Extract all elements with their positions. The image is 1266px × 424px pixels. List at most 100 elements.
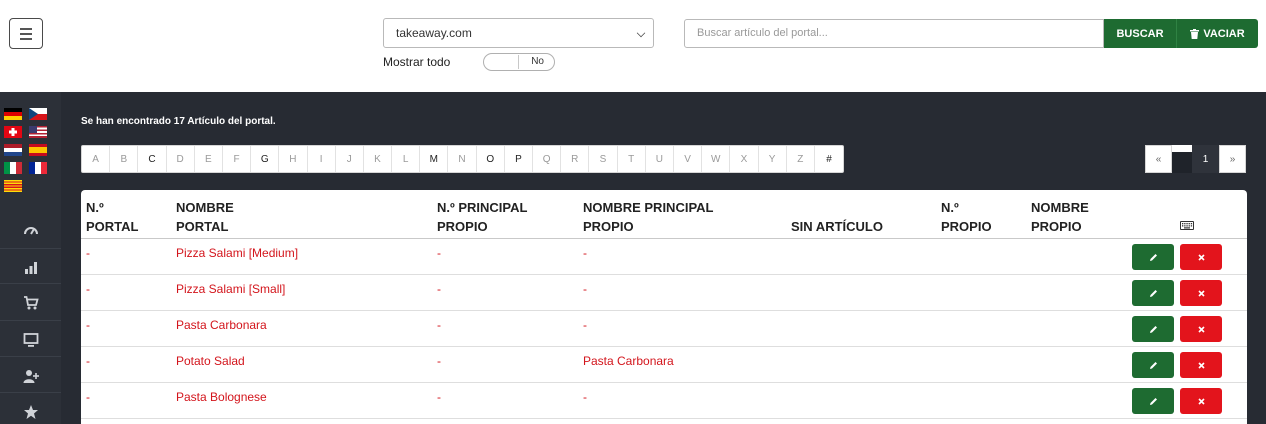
flag-fr-icon[interactable]	[29, 162, 47, 174]
letter-filter-o[interactable]: O	[477, 146, 505, 172]
edit-button[interactable]	[1132, 316, 1174, 342]
letter-filter-m[interactable]: M	[420, 146, 449, 172]
cell-main-name[interactable]: Pasta Carbonara	[583, 354, 674, 368]
flag-ch-icon[interactable]	[4, 126, 22, 138]
letter-filter-c[interactable]: C	[138, 146, 167, 172]
letter-filter-r[interactable]: R	[561, 146, 590, 172]
cell-portal-name[interactable]: Pasta Carbonara	[176, 318, 267, 332]
col-main-name[interactable]: NOMBRE PRINCIPAL PROPIO	[583, 198, 713, 236]
letter-filter-w[interactable]: W	[702, 146, 731, 172]
cell-portal-no[interactable]: -	[86, 246, 90, 260]
pagination-next[interactable]: »	[1219, 145, 1246, 173]
flag-us-icon[interactable]	[29, 126, 47, 138]
col-main-name-line1: NOMBRE PRINCIPAL	[583, 200, 714, 215]
search-input[interactable]: Buscar artículo del portal...	[684, 19, 1104, 48]
search-button[interactable]: BUSCAR	[1104, 19, 1176, 48]
letter-filter-v[interactable]: V	[674, 146, 703, 172]
flag-ca-icon[interactable]	[4, 180, 22, 192]
flag-nl-icon[interactable]	[4, 144, 22, 156]
letter-filter-q[interactable]: Q	[533, 146, 562, 172]
cell-main-name[interactable]: -	[583, 246, 587, 260]
letter-filter-i[interactable]: I	[308, 146, 336, 172]
edit-button[interactable]	[1132, 244, 1174, 270]
toggle-state: No	[531, 56, 544, 67]
portal-select[interactable]: takeaway.com	[383, 18, 654, 48]
col-no-article[interactable]: SIN ARTÍCULO	[791, 198, 883, 236]
portal-select-value: takeaway.com	[396, 26, 472, 40]
show-all-toggle[interactable]: No	[483, 53, 555, 71]
pencil-icon	[1149, 253, 1157, 261]
pagination-prev[interactable]: «	[1145, 145, 1172, 173]
cell-main-name[interactable]: -	[583, 282, 587, 296]
delete-button[interactable]	[1180, 388, 1222, 414]
cell-portal-no[interactable]: -	[86, 318, 90, 332]
letter-filter-g[interactable]: G	[251, 146, 280, 172]
delete-button[interactable]	[1180, 280, 1222, 306]
results-count: Se han encontrado 17 Artículo del portal…	[81, 116, 276, 127]
cell-main-no[interactable]: -	[437, 282, 441, 296]
letter-filter-j[interactable]: J	[336, 146, 364, 172]
letter-filter-x[interactable]: X	[730, 146, 759, 172]
cell-portal-name[interactable]: Potato Salad	[176, 354, 245, 368]
nav-cart[interactable]	[0, 283, 61, 321]
edit-button[interactable]	[1132, 352, 1174, 378]
delete-button[interactable]	[1180, 352, 1222, 378]
edit-button[interactable]	[1132, 280, 1174, 306]
cell-portal-no[interactable]: -	[86, 390, 90, 404]
pencil-icon	[1149, 289, 1157, 297]
letter-filter-t[interactable]: T	[618, 146, 646, 172]
hamburger-menu-button[interactable]	[9, 18, 43, 49]
cell-portal-name[interactable]: Pizza Salami [Small]	[176, 282, 285, 296]
nav-statistics[interactable]	[0, 248, 61, 286]
pagination-current[interactable]: 1	[1192, 145, 1219, 173]
letter-filter-b[interactable]: B	[110, 146, 139, 172]
letter-filter-z[interactable]: Z	[787, 146, 815, 172]
letter-filter-n[interactable]: N	[448, 146, 477, 172]
pencil-icon	[1149, 361, 1157, 369]
col-portal-name[interactable]: NOMBRE PORTAL	[176, 198, 234, 236]
col-own-no[interactable]: N.º PROPIO	[941, 198, 992, 236]
nav-monitor[interactable]	[0, 320, 61, 358]
flag-es-icon[interactable]	[29, 144, 47, 156]
col-own-name[interactable]: NOMBRE PROPIO	[1031, 198, 1089, 236]
col-portal-no-line1: N.º	[86, 200, 104, 215]
cell-main-no[interactable]: -	[437, 246, 441, 260]
cell-main-no[interactable]: -	[437, 354, 441, 368]
letter-filter-s[interactable]: S	[589, 146, 618, 172]
cell-portal-name[interactable]: Pizza Salami [Medium]	[176, 246, 298, 260]
cell-main-no[interactable]: -	[437, 318, 441, 332]
letter-filter-e[interactable]: E	[195, 146, 223, 172]
nav-favorites[interactable]	[0, 392, 61, 424]
cell-main-name[interactable]: -	[583, 390, 587, 404]
col-main-no[interactable]: N.º PRINCIPAL PROPIO	[437, 198, 527, 236]
letter-filter-a[interactable]: A	[82, 146, 111, 172]
cell-portal-name[interactable]: Pasta Bolognese	[176, 390, 267, 404]
col-portal-no[interactable]: N.º PORTAL	[86, 198, 138, 236]
nav-dashboard[interactable]	[0, 211, 61, 249]
search-placeholder: Buscar artículo del portal...	[697, 27, 828, 39]
letter-filter-l[interactable]: L	[392, 146, 421, 172]
letter-filter-p[interactable]: P	[505, 146, 533, 172]
letter-filter-f[interactable]: F	[223, 146, 252, 172]
pencil-icon	[1149, 325, 1157, 333]
letter-filter-u[interactable]: U	[646, 146, 674, 172]
cell-main-no[interactable]: -	[437, 390, 441, 404]
flag-cz-icon[interactable]	[29, 108, 47, 120]
cell-main-name[interactable]: -	[583, 318, 587, 332]
nav-add-user[interactable]	[0, 356, 61, 394]
letter-filter-d[interactable]: D	[167, 146, 195, 172]
flag-de-icon[interactable]	[4, 108, 22, 120]
pencil-icon	[1149, 397, 1157, 405]
letter-filter-hash[interactable]: #	[815, 146, 843, 172]
delete-button[interactable]	[1180, 244, 1222, 270]
delete-button[interactable]	[1180, 316, 1222, 342]
cell-portal-no[interactable]: -	[86, 354, 90, 368]
flag-it-icon[interactable]	[4, 162, 22, 174]
clear-button[interactable]: VACIAR	[1176, 19, 1258, 48]
letter-filter-h[interactable]: H	[279, 146, 308, 172]
cell-portal-no[interactable]: -	[86, 282, 90, 296]
keyboard-icon	[1180, 221, 1194, 230]
letter-filter-y[interactable]: Y	[759, 146, 787, 172]
letter-filter-k[interactable]: K	[364, 146, 393, 172]
edit-button[interactable]	[1132, 388, 1174, 414]
